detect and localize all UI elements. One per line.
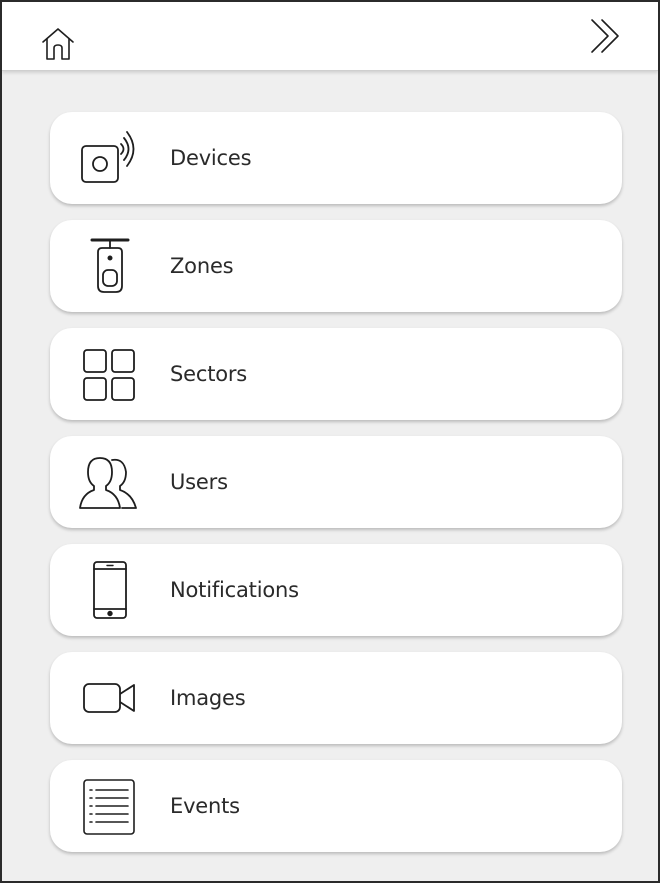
menu-item-devices[interactable]: Devices [50,112,622,204]
double-chevron-right-icon [591,19,619,53]
menu-item-users[interactable]: Users [50,436,622,528]
home-button[interactable] [40,26,76,62]
menu-item-notifications[interactable]: Notifications [50,544,622,636]
menu-item-label: Sectors [170,362,248,386]
main-menu: Devices Zones Sectors Users Notification… [50,112,622,868]
grid-icon [78,344,140,404]
menu-item-label: Zones [170,254,234,278]
menu-item-label: Devices [170,146,252,170]
top-bar [2,2,658,71]
list-icon [78,776,140,836]
motion-sensor-icon [78,236,140,296]
device-signal-icon [78,128,140,188]
smartphone-icon [78,560,140,620]
forward-button[interactable] [586,16,626,56]
home-icon [42,28,74,60]
menu-item-label: Events [170,794,240,818]
menu-item-images[interactable]: Images [50,652,622,744]
app-frame: Devices Zones Sectors Users Notification… [0,0,660,883]
menu-item-label: Users [170,470,228,494]
menu-item-label: Notifications [170,578,299,602]
menu-item-sectors[interactable]: Sectors [50,328,622,420]
video-camera-icon [78,668,140,728]
menu-item-label: Images [170,686,246,710]
menu-item-events[interactable]: Events [50,760,622,852]
menu-item-zones[interactable]: Zones [50,220,622,312]
users-icon [78,452,140,512]
